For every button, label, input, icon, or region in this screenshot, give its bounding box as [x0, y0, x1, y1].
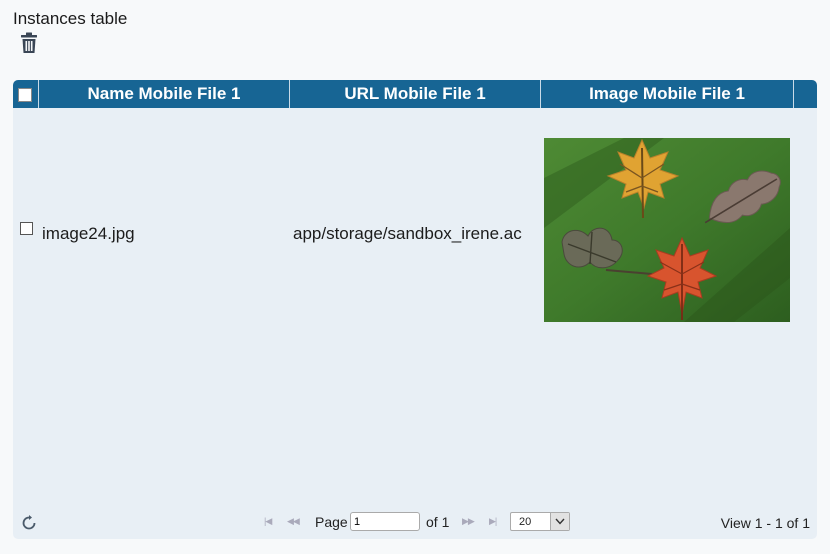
page-size-select[interactable]: 20 — [510, 512, 570, 531]
prev-page-icon[interactable]: ◀◀ — [287, 516, 300, 527]
row-checkbox[interactable] — [20, 222, 33, 235]
page-label: Page — [315, 514, 348, 530]
column-header-name[interactable]: Name Mobile File 1 — [39, 80, 290, 108]
chevron-down-icon — [555, 518, 565, 525]
cell-url: app/storage/sandbox_irene.ac — [293, 224, 522, 243]
select-all-checkbox[interactable] — [18, 88, 32, 102]
next-page-icon[interactable]: ▶▶ — [462, 516, 475, 527]
records-count-label: View 1 - 1 of 1 — [720, 515, 810, 531]
pager-bar: |◀ ◀◀ Page of 1 ▶▶ ▶| 20 View 1 - 1 of 1 — [13, 506, 817, 539]
leaves-thumbnail-image — [544, 138, 790, 322]
page-size-value: 20 — [519, 516, 532, 528]
column-header-image[interactable]: Image Mobile File 1 — [541, 80, 794, 108]
trash-icon[interactable] — [19, 32, 39, 54]
page-size-dropdown-button[interactable] — [550, 513, 569, 530]
table-row[interactable]: image24.jpg app/storage/sandbox_irene.ac — [13, 108, 817, 322]
last-page-icon[interactable]: ▶| — [489, 516, 497, 527]
instances-grid: Name Mobile File 1 URL Mobile File 1 Ima… — [13, 80, 817, 539]
cell-name: image24.jpg — [42, 224, 135, 243]
header-select-cell — [13, 80, 39, 108]
table-header: Name Mobile File 1 URL Mobile File 1 Ima… — [13, 80, 817, 108]
page-total-label: of 1 — [426, 514, 450, 530]
page-title: Instances table — [13, 9, 128, 28]
first-page-icon[interactable]: |◀ — [264, 516, 272, 527]
refresh-icon[interactable] — [21, 515, 37, 531]
page-number-input[interactable] — [350, 512, 420, 531]
column-header-url[interactable]: URL Mobile File 1 — [290, 80, 541, 108]
